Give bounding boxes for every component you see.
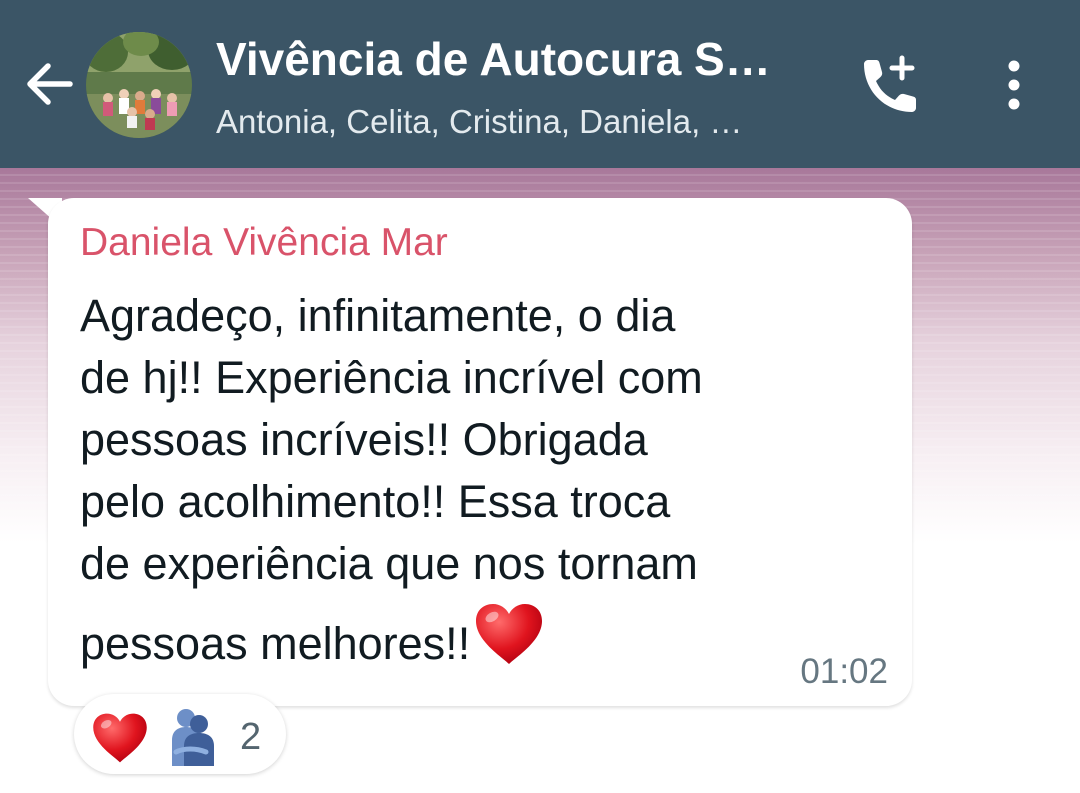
group-photo bbox=[86, 32, 192, 138]
add-call-button[interactable] bbox=[852, 50, 924, 122]
message-sender[interactable]: Daniela Vivência Mar bbox=[80, 218, 448, 268]
people-hugging-icon bbox=[172, 709, 214, 766]
back-button[interactable] bbox=[18, 52, 82, 116]
red-heart-icon bbox=[476, 604, 543, 664]
message-line: pessoas melhores!! bbox=[80, 618, 471, 669]
reaction-count: 2 bbox=[240, 716, 262, 758]
red-heart-icon bbox=[93, 713, 147, 763]
chat-header: Vivência de Autocura S… Antonia, Celita,… bbox=[0, 0, 1080, 168]
message-text: Agradeço, infinitamente, o dia de hj!! E… bbox=[80, 285, 840, 675]
message-line: pessoas incríveis!! Obrigada bbox=[80, 414, 648, 465]
message-line: pelo acolhimento!! Essa troca bbox=[80, 476, 671, 527]
chat-participants[interactable]: Antonia, Celita, Cristina, Daniela, … bbox=[216, 100, 816, 144]
more-vert-icon bbox=[1008, 60, 1020, 110]
message-time: 01:02 bbox=[800, 652, 888, 691]
message-line: Agradeço, infinitamente, o dia bbox=[80, 290, 676, 341]
more-options-button[interactable] bbox=[990, 50, 1038, 122]
add-call-icon bbox=[864, 55, 916, 112]
group-avatar[interactable] bbox=[86, 32, 192, 138]
chat-title[interactable]: Vivência de Autocura S… bbox=[216, 30, 816, 88]
message-line: de experiência que nos tornam bbox=[80, 538, 698, 589]
message-line: de hj!! Experiência incrível com bbox=[80, 352, 703, 403]
arrow-left-icon bbox=[27, 63, 73, 105]
